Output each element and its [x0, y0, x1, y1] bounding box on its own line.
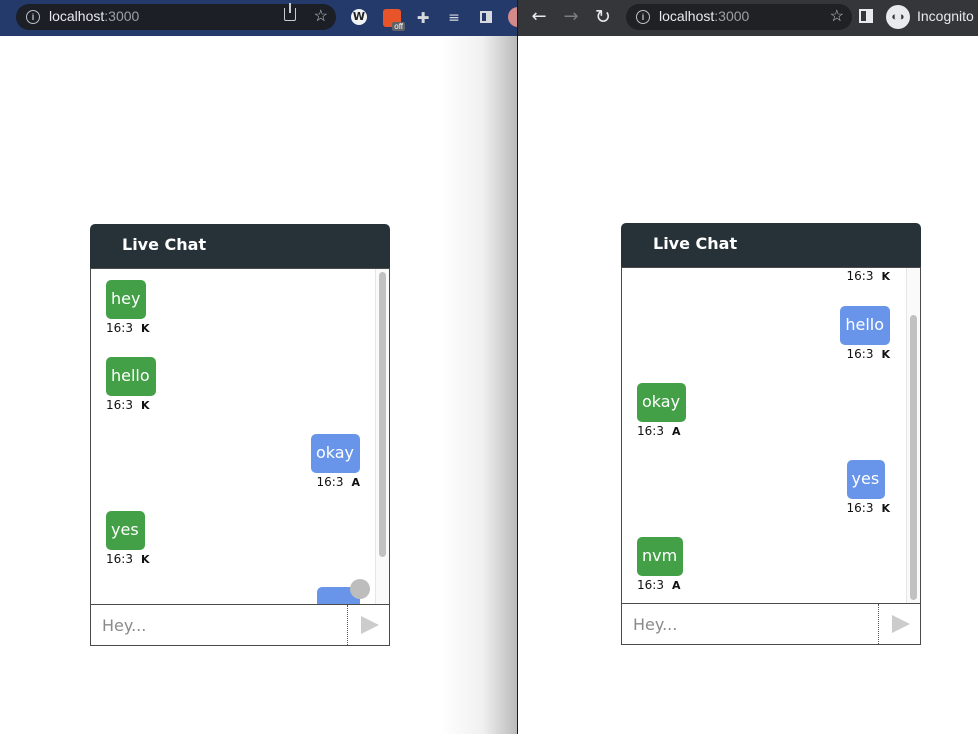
message-time: 16:3: [637, 578, 664, 592]
message-meta: 16:3 K: [106, 398, 156, 412]
message-item: hello 16:3 K: [840, 306, 890, 361]
media-queue-icon[interactable]: ≡: [445, 9, 463, 27]
message-meta: 16:3 A: [637, 424, 686, 438]
message-bubble: hello: [840, 306, 890, 345]
message-bubble: okay: [637, 383, 687, 422]
right-url-text: localhost:3000: [659, 8, 749, 24]
right-chat-widget: Live Chat 16:3 K hello 16:3 K okay 16:3 A y…: [621, 223, 921, 645]
bookmark-star-icon[interactable]: ☆: [314, 6, 328, 26]
message-bubble: hey: [106, 280, 147, 319]
message-item: hello 16:3 K: [106, 357, 156, 412]
url-port: :3000: [714, 8, 750, 24]
message-author: K: [140, 399, 150, 412]
incognito-icon: ◐◑: [886, 5, 910, 29]
message-author: K: [140, 322, 150, 335]
message-meta: 16:3 K: [106, 321, 149, 335]
window-edge-shadow: [440, 36, 518, 734]
message-author: A: [351, 476, 360, 489]
left-url-text: localhost:3000: [49, 8, 139, 24]
message-author: A: [671, 579, 681, 592]
message-item: nvm 16:3 A: [637, 537, 684, 592]
side-panel-icon[interactable]: [478, 9, 494, 27]
incognito-label: Incognito: [917, 8, 974, 24]
scrollbar-thumb[interactable]: [379, 272, 386, 557]
side-panel-icon[interactable]: [859, 9, 873, 23]
message-meta: 16:3 K: [106, 552, 149, 566]
message-time: 16:3: [106, 398, 133, 412]
scrollbar-thumb[interactable]: [910, 315, 917, 600]
message-meta: 16:3 K: [840, 347, 890, 361]
forward-arrow-icon[interactable]: →: [558, 4, 584, 30]
send-icon: [361, 616, 379, 634]
chat-title: Live Chat: [122, 235, 207, 254]
message-time: 16:3: [846, 501, 874, 515]
message-time: 16:3: [106, 321, 133, 335]
typing-indicator: [350, 579, 370, 599]
chat-header: Live Chat: [90, 224, 390, 268]
message-item: yes 16:3 K: [846, 460, 890, 515]
puzzle-icon[interactable]: ✚: [414, 9, 432, 27]
off-badge: off: [392, 22, 405, 31]
left-address-bar[interactable]: i localhost:3000 ☆: [16, 3, 336, 30]
w-extension-icon[interactable]: W: [351, 9, 367, 25]
url-host: localhost: [49, 8, 105, 24]
bookmark-star-icon[interactable]: ☆: [830, 6, 844, 26]
message-meta: 16:3 K: [847, 501, 890, 515]
left-chat-widget: Live Chat hey 16:3 K hello 16:3 K okay 16:…: [90, 224, 390, 646]
message-author: K: [881, 270, 890, 283]
left-browser-window: i localhost:3000 ☆ W off ✚ ≡ Live Chat h…: [0, 0, 518, 734]
url-host: localhost: [659, 8, 715, 24]
message-bubble: hello: [106, 357, 156, 396]
share-icon[interactable]: [284, 3, 296, 21]
chat-header: Live Chat: [621, 223, 921, 267]
message-author: K: [881, 502, 890, 515]
message-input[interactable]: [622, 604, 877, 644]
message-bubble: yes: [846, 460, 886, 499]
scrollbar[interactable]: [906, 268, 920, 603]
message-author: K: [881, 348, 890, 361]
send-button[interactable]: [878, 604, 920, 644]
extension-off-icon[interactable]: off: [383, 9, 405, 31]
url-port: :3000: [104, 8, 140, 24]
back-arrow-icon[interactable]: ←: [526, 4, 552, 30]
message-author: K: [140, 553, 150, 566]
message-item: 16:3 K: [847, 269, 890, 283]
send-button[interactable]: [347, 605, 389, 645]
left-browser-toolbar: i localhost:3000 ☆ W off ✚ ≡: [0, 0, 518, 36]
message-time: 16:3: [106, 552, 133, 566]
info-icon[interactable]: i: [636, 10, 650, 24]
message-item: yes 16:3 K: [106, 511, 149, 566]
message-bubble: okay: [310, 434, 360, 473]
chat-messages[interactable]: hey 16:3 K hello 16:3 K okay 16:3 A yes 16:…: [90, 268, 390, 604]
message-meta: 16:3 A: [311, 475, 360, 489]
message-time: 16:3: [846, 347, 874, 361]
chat-input-row: [621, 603, 921, 645]
right-address-bar[interactable]: i localhost:3000 ☆: [626, 4, 852, 30]
message-item: hey 16:3 K: [106, 280, 149, 335]
message-item: okay 16:3 A: [637, 383, 687, 438]
info-icon[interactable]: i: [26, 10, 40, 24]
side-panel-shape: [480, 11, 492, 23]
message-bubble: nvm: [637, 537, 684, 576]
message-time: 16:3: [316, 475, 344, 489]
send-icon: [892, 615, 910, 633]
message-meta: 16:3 A: [637, 578, 683, 592]
chat-messages[interactable]: 16:3 K hello 16:3 K okay 16:3 A yes 16:3 K n…: [621, 267, 921, 603]
message-time: 16:3: [846, 269, 874, 283]
message-time: 16:3: [637, 424, 664, 438]
chat-title: Live Chat: [653, 234, 738, 253]
message-item: okay 16:3 A: [310, 434, 360, 489]
reload-icon[interactable]: ↻: [590, 4, 616, 30]
message-author: A: [671, 425, 681, 438]
window-divider: [517, 0, 518, 734]
scrollbar[interactable]: [375, 269, 389, 604]
right-browser-window: ← → ↻ i localhost:3000 ☆ ◐◑ Incognito Li…: [518, 0, 978, 734]
chat-input-row: [90, 604, 390, 646]
message-meta: 16:3 K: [847, 269, 890, 283]
right-browser-toolbar: ← → ↻ i localhost:3000 ☆ ◐◑ Incognito: [518, 0, 978, 36]
message-bubble: yes: [106, 511, 145, 550]
message-input[interactable]: [91, 605, 346, 645]
